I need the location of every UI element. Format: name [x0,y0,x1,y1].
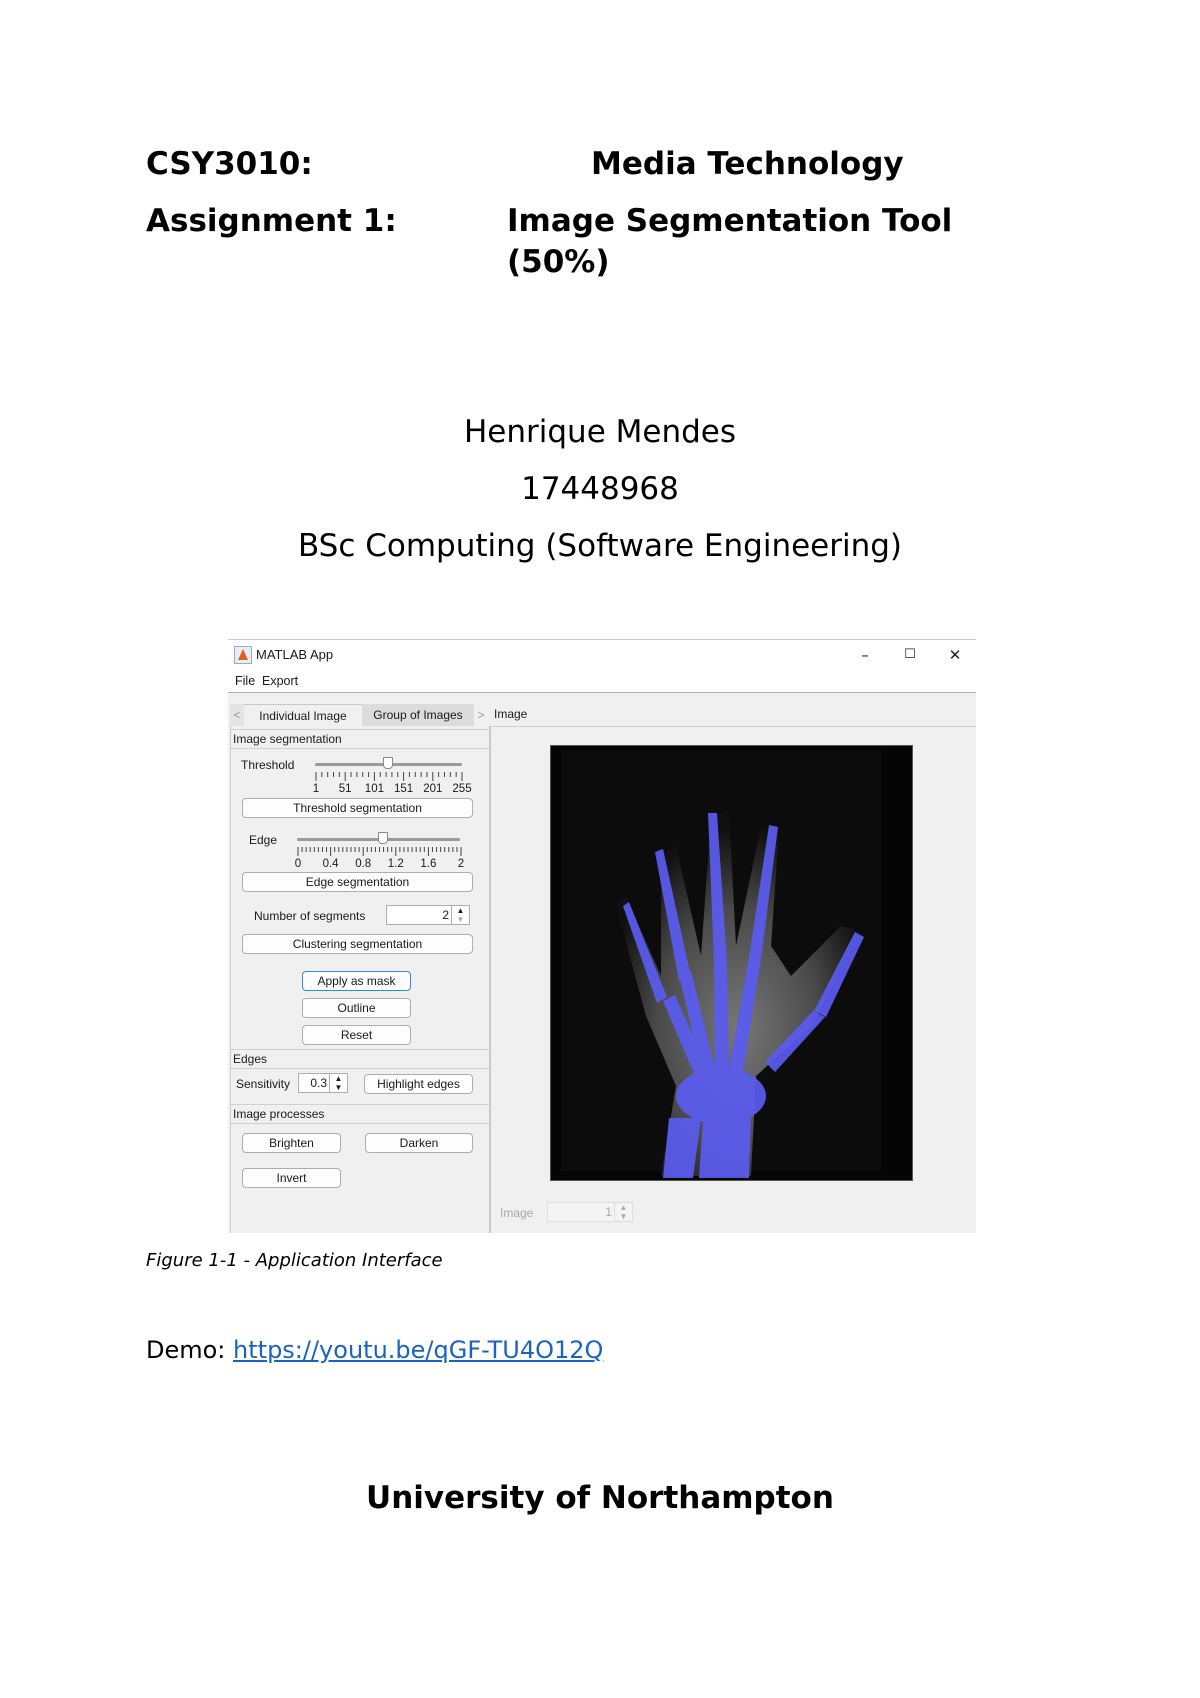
edge-tick-label: 0 [294,858,302,870]
menu-export[interactable]: Export [262,674,298,688]
image-index-label: Image [500,1206,534,1220]
bone-metacarpal [714,963,729,1078]
student-id: 17448968 [521,471,679,507]
section-edges: Edges [231,1049,491,1069]
threshold-tick-label: 151 [394,783,414,795]
edge-tick-label: 2 [457,858,465,870]
segments-value[interactable]: 2 [442,908,449,922]
darken-button[interactable]: Darken [365,1133,473,1153]
maximize-button[interactable]: ☐ [890,643,930,667]
threshold-slider-thumb[interactable] [383,757,393,769]
edge-tick-label: 1.2 [387,858,404,870]
university-name: University of Northampton [366,1480,834,1516]
minimize-button[interactable]: – [845,643,885,667]
programme: BSc Computing (Software Engineering) [297,528,903,564]
menu-file[interactable]: File [235,674,255,688]
xray-image-display [550,745,913,1181]
segmented-hand-image [551,746,912,1180]
window-title: MATLAB App [256,647,334,662]
segments-spinner[interactable]: 2 ▲ ▼ [386,905,470,925]
title-bar: MATLAB App – ☐ ✕ [228,640,976,670]
tab-strip: < Individual Image Group of Images > [230,704,488,727]
threshold-tick-label: 255 [452,783,472,795]
course-name: Media Technology [591,146,904,182]
edge-tick-label: 1.6 [420,858,437,870]
figure-caption: Figure 1-1 - Application Interface [146,1250,443,1271]
section-image-segmentation: Image segmentation [231,729,491,749]
threshold-tick-label: 51 [338,783,352,795]
brighten-button[interactable]: Brighten [242,1133,341,1153]
apply-as-mask-button[interactable]: Apply as mask [302,971,411,991]
threshold-ticks [315,772,463,781]
edge-ticks [297,847,462,856]
image-index-value[interactable]: 1 [605,1205,612,1219]
sensitivity-spinner[interactable]: 0.3 ▲ ▼ [298,1073,348,1093]
author-name: Henrique Mendes [463,414,736,450]
image-panel-title: Image [494,707,528,721]
close-button[interactable]: ✕ [935,643,975,667]
sensitivity-value[interactable]: 0.3 [310,1076,327,1090]
spinner-arrows-icon[interactable]: ▲ ▼ [614,1203,632,1221]
sensitivity-label: Sensitivity [236,1077,291,1091]
bone-carpals [676,1068,766,1124]
highlight-edges-button[interactable]: Highlight edges [364,1074,473,1094]
threshold-tick-label: 201 [423,783,443,795]
outline-button[interactable]: Outline [302,998,411,1018]
tab-prev-arrow-icon[interactable]: < [230,704,244,726]
demo-label: Demo: [146,1336,234,1364]
image-index-spinner[interactable]: 1 ▲ ▼ [547,1202,633,1222]
matlab-icon [234,646,252,664]
left-control-panel: Image segmentation Threshold 1 51 101 15… [230,726,491,1233]
tab-group-of-images[interactable]: Group of Images [362,704,474,726]
matlab-app-window: MATLAB App – ☐ ✕ File Export < Individua… [228,639,976,1233]
edge-label: Edge [249,833,278,847]
spinner-arrows-icon[interactable]: ▲ ▼ [451,906,469,924]
threshold-tick-label: 101 [364,783,384,795]
assignment-label: Assignment 1: [146,203,397,239]
threshold-tick-label: 1 [312,783,320,795]
edge-slider-thumb[interactable] [377,832,388,844]
course-code: CSY3010: [146,146,313,182]
tab-individual-image[interactable]: Individual Image [244,704,362,727]
spinner-arrows-icon[interactable]: ▲ ▼ [329,1074,347,1092]
demo-link[interactable]: https://youtu.be/qGF-TU4O12Q [233,1336,603,1364]
invert-button[interactable]: Invert [242,1168,341,1188]
bone-radius [699,1118,751,1178]
menu-bar: File Export [228,670,976,693]
edge-segmentation-button[interactable]: Edge segmentation [242,872,473,892]
threshold-segmentation-button[interactable]: Threshold segmentation [242,798,473,818]
assignment-weight: (50%) [507,244,610,280]
clustering-segmentation-button[interactable]: Clustering segmentation [242,934,473,954]
edge-tick-label: 0.8 [355,858,372,870]
image-panel-header: Image [490,704,976,727]
assignment-title: Image Segmentation Tool [507,203,953,239]
segments-label: Number of segments [254,909,366,923]
threshold-label: Threshold [241,758,295,772]
edge-tick-label: 0.4 [322,858,339,870]
section-image-processes: Image processes [231,1104,491,1124]
demo-line: Demo: https://youtu.be/qGF-TU4O12Q [146,1336,603,1364]
reset-button[interactable]: Reset [302,1025,411,1045]
tab-next-arrow-icon[interactable]: > [474,704,488,726]
